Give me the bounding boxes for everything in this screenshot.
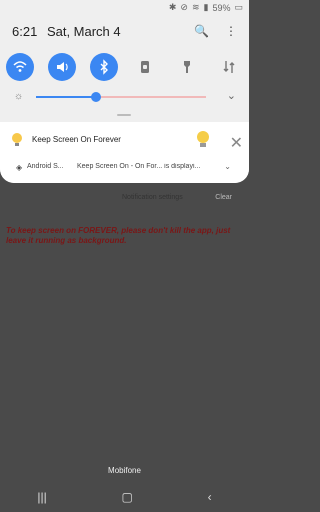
flashlight-toggle[interactable] [173,53,201,81]
brightness-icon: ☼ [14,91,24,102]
wifi-toggle[interactable] [6,53,34,81]
lightbulb-icon [197,131,209,147]
battery-percent: 59% [212,2,231,13]
navigation-bar: ||| ▢ ‹ [0,482,249,512]
portrait-toggle[interactable] [131,53,159,81]
brightness-control: ☼ ⌄ [14,90,236,104]
app-name: Keep Screen On Forever [32,135,121,144]
panel-drag-handle[interactable] [117,114,131,116]
mute-status-icon: ⊘ [180,2,188,12]
data-toggle[interactable] [215,53,243,81]
date-text: Sat, March 4 [46,24,121,39]
search-icon[interactable]: 🔍 [194,24,209,38]
notification-card[interactable]: Keep Screen On Forever ✕ ◈ Android S... … [0,122,249,183]
header-clock: 6:21 Sat, March 4 [12,24,121,39]
notification-source: Android S... [27,163,64,170]
brightness-fill [36,96,96,98]
wifi-icon [13,61,27,72]
signal-icon: ▮ [203,2,209,12]
home-button[interactable]: ▢ [122,490,133,504]
bluetooth-status-icon: ✱ [168,2,177,12]
quick-toggle-row [6,53,243,81]
status-bar: ✱ ⊘ ≋ ▮ 59% ▭ [0,0,249,14]
chevron-down-icon[interactable]: ⌄ [227,89,236,102]
notification-row[interactable]: ◈ Android S... Keep Screen On - On For..… [0,159,249,177]
android-system-icon: ◈ [16,163,23,172]
carrier-label: Mobifone [108,466,141,475]
time-text: 6:21 [12,24,38,39]
more-options-icon[interactable]: ⋮ [225,24,237,38]
warning-message: To keep screen on FOREVER, please don't … [6,226,231,245]
notification-header: Keep Screen On Forever ✕ [0,122,249,158]
app-icon [12,133,22,146]
bluetooth-toggle[interactable] [89,53,118,81]
portrait-lock-icon [141,61,150,73]
clear-button[interactable]: Clear [215,194,232,201]
status-icons: ✱ ⊘ ≋ ▮ 59% ▭ [169,2,243,13]
mobile-data-icon [223,61,235,73]
wifi-status-icon: ≋ [191,2,200,12]
close-icon[interactable]: ✕ [230,133,243,153]
brightness-thumb[interactable] [90,92,101,102]
header-actions: 🔍 ⋮ [194,24,237,38]
speaker-icon [56,62,68,72]
sound-toggle[interactable] [47,53,76,81]
expand-chevron-icon[interactable]: ⌄ [224,162,231,171]
battery-icon: ▭ [234,2,243,12]
brightness-slider[interactable] [36,92,206,102]
notification-settings-button[interactable]: Notification settings [122,194,183,201]
recents-button[interactable]: ||| [37,490,46,504]
flashlight-icon [184,61,191,73]
notification-message: Keep Screen On - On For... is displayi..… [77,163,201,170]
bluetooth-icon [100,59,108,75]
back-button[interactable]: ‹ [208,490,212,504]
